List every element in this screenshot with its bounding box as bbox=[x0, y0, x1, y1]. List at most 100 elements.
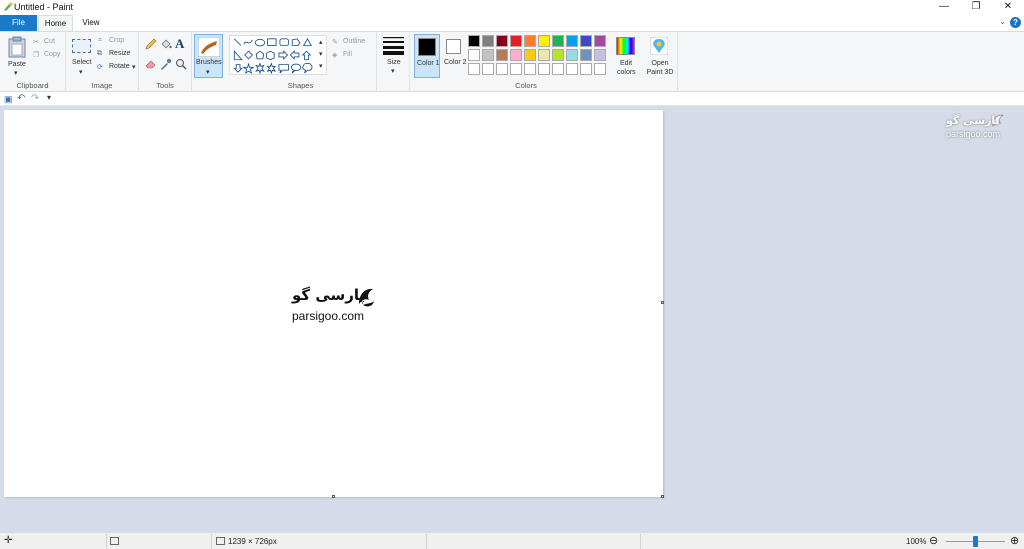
color2-swatch bbox=[446, 39, 461, 54]
palette-swatch[interactable] bbox=[496, 35, 508, 47]
crop-icon: ⌗ bbox=[98, 37, 102, 44]
tab-file[interactable]: File bbox=[0, 15, 37, 31]
color2-button[interactable]: Color 2 bbox=[443, 34, 467, 78]
palette-swatch[interactable] bbox=[510, 35, 522, 47]
palette-swatch[interactable] bbox=[524, 35, 536, 47]
shapes-group-label: Shapes bbox=[287, 81, 314, 90]
palette-swatch[interactable] bbox=[538, 35, 550, 47]
palette-swatch[interactable] bbox=[482, 35, 494, 47]
palette-swatch[interactable] bbox=[566, 49, 578, 61]
save-icon[interactable]: ▣ bbox=[4, 94, 13, 105]
selection-size-icon bbox=[110, 537, 119, 545]
fill-bucket-icon[interactable] bbox=[160, 38, 172, 50]
custom-color-slot[interactable] bbox=[510, 63, 522, 75]
palette-swatch[interactable] bbox=[524, 49, 536, 61]
clipboard-group-label: Clipboard bbox=[16, 81, 49, 90]
zoom-slider-thumb[interactable] bbox=[973, 536, 978, 547]
palette-swatch[interactable] bbox=[566, 35, 578, 47]
size-dropdown-icon[interactable]: ▾ bbox=[391, 67, 395, 75]
custom-color-slot[interactable] bbox=[524, 63, 536, 75]
undo-icon[interactable]: ↶ bbox=[17, 93, 25, 104]
copy-button[interactable]: Copy bbox=[44, 51, 60, 58]
palette-swatch[interactable] bbox=[580, 49, 592, 61]
collapse-ribbon-icon[interactable]: ⌄ bbox=[999, 17, 1006, 26]
pencil-icon[interactable] bbox=[145, 38, 157, 50]
paste-icon[interactable] bbox=[8, 36, 26, 58]
shapes-gallery[interactable] bbox=[229, 35, 327, 75]
cut-button[interactable]: Cut bbox=[44, 38, 55, 45]
edit-colors-icon[interactable] bbox=[616, 37, 635, 55]
rotate-dropdown-icon[interactable]: ▾ bbox=[132, 63, 136, 71]
palette-swatch[interactable] bbox=[552, 35, 564, 47]
paint3d-icon[interactable] bbox=[650, 37, 668, 55]
crop-button[interactable]: Crop bbox=[109, 37, 124, 44]
size-button[interactable]: Size bbox=[387, 59, 401, 66]
text-tool-icon[interactable]: A bbox=[175, 36, 184, 52]
custom-color-slot[interactable] bbox=[594, 63, 606, 75]
palette-swatch[interactable] bbox=[538, 49, 550, 61]
redo-icon[interactable]: ↷ bbox=[31, 93, 39, 104]
minimize-button[interactable]: — bbox=[928, 0, 960, 15]
shapes-scroll-down-icon[interactable]: ▾ bbox=[319, 50, 323, 58]
zoom-slider-track[interactable] bbox=[946, 536, 1005, 547]
color-picker-icon[interactable] bbox=[160, 58, 172, 70]
zoom-out-icon[interactable]: ⊖ bbox=[929, 534, 938, 547]
watermark-farsi: پارسی گو bbox=[946, 114, 1000, 127]
brushes-dropdown-icon: ▾ bbox=[206, 69, 210, 76]
tab-home[interactable]: Home bbox=[38, 15, 73, 31]
open-paint3d-button[interactable]: Open Paint 3D bbox=[646, 59, 674, 77]
custom-color-slot[interactable] bbox=[468, 63, 480, 75]
paste-dropdown-icon[interactable]: ▾ bbox=[14, 69, 18, 77]
palette-swatch[interactable] bbox=[580, 35, 592, 47]
color-palette bbox=[468, 35, 616, 77]
customize-toolbar-icon[interactable]: ▾ bbox=[47, 93, 51, 102]
palette-swatch[interactable] bbox=[468, 35, 480, 47]
fill-button[interactable]: Fill bbox=[343, 51, 352, 58]
shapes-more-icon[interactable]: ▾ bbox=[319, 62, 323, 70]
canvas-logo-url: parsigoo.com bbox=[292, 309, 365, 323]
select-button[interactable]: Select bbox=[72, 59, 91, 66]
palette-swatch[interactable] bbox=[496, 49, 508, 61]
custom-color-slot[interactable] bbox=[552, 63, 564, 75]
rotate-button[interactable]: Rotate bbox=[109, 63, 130, 70]
canvas-resize-handle-corner[interactable] bbox=[661, 495, 664, 498]
palette-swatch[interactable] bbox=[510, 49, 522, 61]
brushes-button[interactable]: Brushes ▾ bbox=[194, 34, 223, 78]
outline-button[interactable]: Outline bbox=[343, 38, 365, 45]
magnifier-icon[interactable] bbox=[175, 58, 187, 70]
close-button[interactable]: ✕ bbox=[992, 0, 1024, 15]
ribbon: Paste ▾ ✂ Cut ❐ Copy Clipboard Select ▾ … bbox=[0, 31, 1024, 92]
tab-view[interactable]: View bbox=[76, 15, 106, 31]
custom-color-slot[interactable] bbox=[482, 63, 494, 75]
resize-button[interactable]: Resize bbox=[109, 50, 130, 57]
brush-icon bbox=[198, 37, 220, 57]
edit-colors-button[interactable]: Edit colors bbox=[617, 59, 636, 77]
palette-swatch[interactable] bbox=[594, 35, 606, 47]
select-icon[interactable] bbox=[72, 39, 91, 53]
cut-icon: ✂ bbox=[33, 39, 39, 46]
color1-button[interactable]: Color 1 bbox=[414, 34, 440, 78]
shapes-scroll-up-icon[interactable]: ▴ bbox=[319, 38, 323, 46]
zoom-in-icon[interactable]: ⊕ bbox=[1010, 534, 1019, 547]
palette-swatch[interactable] bbox=[482, 49, 494, 61]
palette-swatch[interactable] bbox=[468, 49, 480, 61]
status-separator bbox=[106, 534, 107, 549]
custom-color-slot[interactable] bbox=[496, 63, 508, 75]
restore-button[interactable]: ❐ bbox=[960, 0, 992, 15]
custom-color-slot[interactable] bbox=[566, 63, 578, 75]
custom-color-slot[interactable] bbox=[538, 63, 550, 75]
eraser-icon[interactable] bbox=[145, 58, 157, 70]
palette-swatch[interactable] bbox=[552, 49, 564, 61]
canvas-resize-handle-bottom[interactable] bbox=[332, 495, 335, 498]
palette-swatch[interactable] bbox=[594, 49, 606, 61]
help-icon[interactable]: ? bbox=[1010, 17, 1021, 28]
fill-icon: ◈ bbox=[332, 52, 338, 59]
watermark-url: parsigoo.com bbox=[946, 129, 1001, 139]
canvas-resize-handle-right[interactable] bbox=[661, 301, 664, 304]
size-icon[interactable] bbox=[383, 37, 404, 55]
custom-color-slot[interactable] bbox=[580, 63, 592, 75]
status-separator bbox=[426, 534, 427, 549]
select-dropdown-icon[interactable]: ▾ bbox=[79, 68, 83, 76]
drawing-canvas[interactable]: پارسی گو parsigoo.com bbox=[4, 110, 663, 497]
paste-button[interactable]: Paste bbox=[8, 61, 26, 68]
